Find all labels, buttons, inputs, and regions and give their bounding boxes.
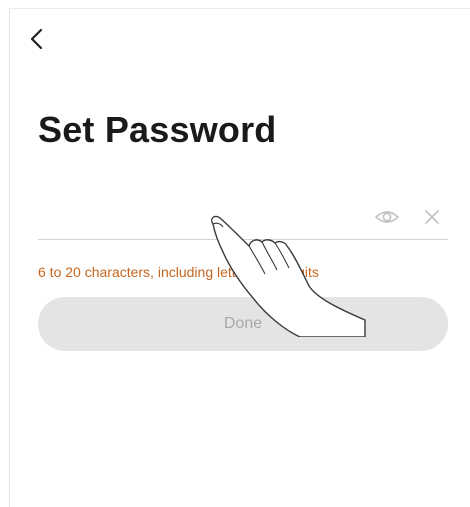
page-title: Set Password (38, 109, 277, 150)
password-field-row (38, 195, 448, 240)
eye-icon (374, 211, 400, 223)
app-screen: Set Password 6 to 20 characters, includi… (9, 8, 470, 507)
done-button[interactable]: Done (38, 297, 448, 351)
password-input[interactable] (38, 195, 358, 237)
password-requirements-hint: 6 to 20 characters, including letters an… (38, 264, 319, 280)
chevron-left-icon (30, 28, 43, 50)
back-button[interactable] (28, 27, 46, 51)
clear-input-button[interactable] (423, 208, 441, 226)
toggle-visibility-button[interactable] (374, 207, 400, 227)
close-icon (425, 210, 439, 224)
